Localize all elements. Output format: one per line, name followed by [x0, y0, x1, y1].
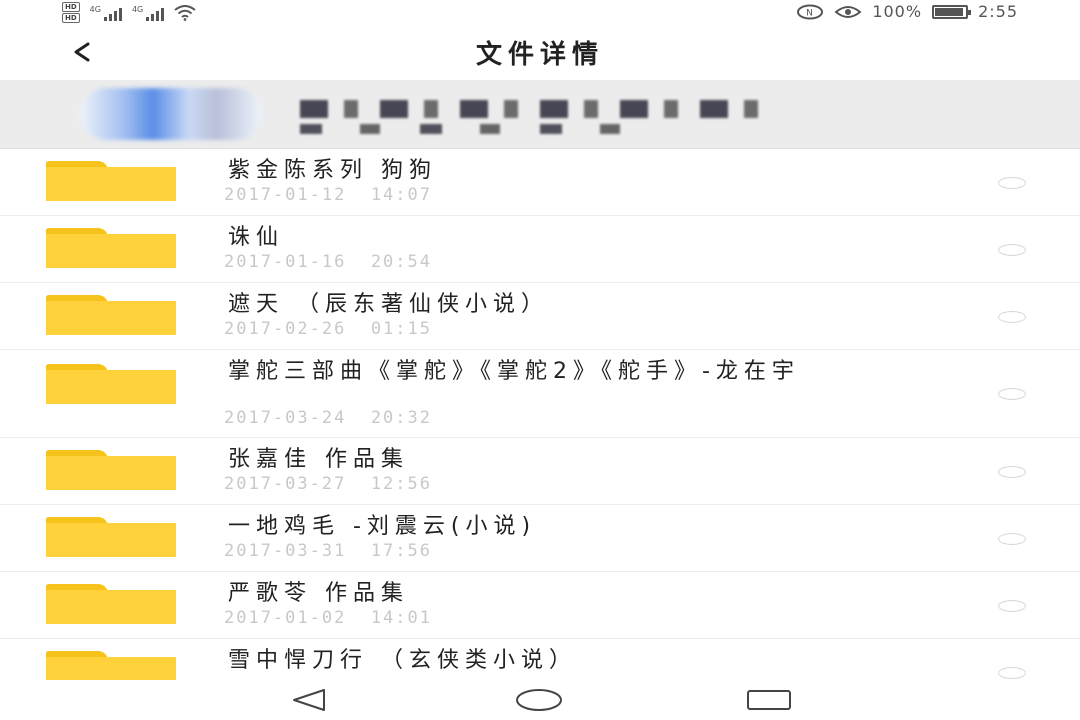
file-name: 掌舵三部曲《掌舵》《掌舵2》《舵手》-龙在宇: [228, 359, 800, 384]
list-item[interactable]: 严歌苓 作品集 2017-01-02 14:01: [0, 572, 1080, 639]
network-type: 4G: [131, 4, 144, 14]
system-nav-bar: [0, 680, 1080, 720]
battery-icon: [932, 4, 972, 19]
file-date: 2017-03-31 17:56: [224, 541, 432, 561]
file-date: 2017-01-16 20:54: [224, 252, 432, 272]
folder-icon: [46, 584, 176, 624]
masked-account-name: [300, 100, 780, 118]
battery-percent: 100%: [872, 2, 923, 21]
svg-text:N: N: [806, 8, 814, 18]
triangle-back-icon[interactable]: [286, 688, 334, 712]
select-radio[interactable]: [998, 177, 1026, 189]
folder-icon: [46, 450, 176, 490]
list-item[interactable]: 雪中悍刀行 （玄侠类小说）: [0, 639, 1080, 680]
file-date: 2017-02-26 01:15: [224, 319, 432, 339]
file-date: 2017-01-02 14:01: [224, 608, 432, 628]
page-title: 文件详情: [475, 40, 604, 70]
select-radio[interactable]: [998, 667, 1026, 679]
list-item[interactable]: 紫金陈系列 狗狗 2017-01-12 14:07: [0, 149, 1080, 216]
list-item[interactable]: 遮天 （辰东著仙侠小说） 2017-02-26 01:15: [0, 283, 1080, 350]
list-item[interactable]: 诛仙 2017-01-16 20:54: [0, 216, 1080, 283]
select-radio[interactable]: [998, 466, 1026, 478]
status-left: HD HD 4G 4G: [62, 2, 196, 23]
file-date: 2017-03-27 12:56: [224, 474, 432, 494]
list-item[interactable]: 掌舵三部曲《掌舵》《掌舵2》《舵手》-龙在宇 2017-03-24 20:32: [0, 350, 1080, 438]
select-radio[interactable]: [998, 388, 1026, 400]
folder-icon: [46, 651, 176, 680]
hd-badge: HD: [62, 13, 80, 23]
file-name: 紫金陈系列 狗狗: [228, 158, 437, 183]
network-type: 4G: [89, 4, 101, 14]
select-radio[interactable]: [998, 311, 1026, 323]
hd-indicators: HD HD: [62, 2, 80, 23]
select-radio[interactable]: [998, 600, 1026, 612]
folder-icon: [46, 364, 176, 404]
file-name: 一地鸡毛 -刘震云(小说): [228, 514, 537, 539]
masked-account-detail: [300, 124, 640, 134]
file-list: 紫金陈系列 狗狗 2017-01-12 14:07 诛仙 2017-01-16 …: [0, 149, 1080, 680]
file-name: 雪中悍刀行 （玄侠类小说）: [228, 648, 577, 673]
signal-icon: 4G: [131, 4, 165, 21]
select-radio[interactable]: [998, 244, 1026, 256]
status-right: N 100% 2:55: [796, 2, 1018, 21]
list-item[interactable]: 一地鸡毛 -刘震云(小说) 2017-03-31 17:56: [0, 505, 1080, 572]
status-time: 2:55: [978, 2, 1018, 21]
account-bar: [0, 80, 1080, 149]
title-bar: 文件详情: [0, 26, 1080, 78]
file-date: 2017-03-24 20:32: [224, 408, 432, 428]
select-radio[interactable]: [998, 533, 1026, 545]
folder-icon: [46, 161, 176, 201]
eye-comfort-icon: [834, 5, 862, 18]
file-date: 2017-01-12 14:07: [224, 185, 432, 205]
avatar: [80, 88, 262, 140]
file-name: 严歌苓 作品集: [228, 581, 409, 606]
file-name: 诛仙: [228, 225, 285, 250]
hd-badge: HD: [62, 2, 80, 12]
folder-icon: [46, 517, 176, 557]
file-name: 遮天 （辰东著仙侠小说）: [228, 292, 549, 317]
circle-home-icon[interactable]: [515, 688, 563, 712]
file-name: 张嘉佳 作品集: [228, 447, 409, 472]
square-recent-icon[interactable]: [745, 688, 793, 712]
list-item[interactable]: 张嘉佳 作品集 2017-03-27 12:56: [0, 438, 1080, 505]
folder-icon: [46, 228, 176, 268]
nfc-icon: N: [797, 4, 824, 19]
wifi-icon: [174, 4, 196, 21]
status-bar: HD HD 4G 4G N 100% 2:55: [0, 0, 1080, 26]
folder-icon: [46, 295, 176, 335]
signal-icon: 4G: [90, 5, 122, 21]
